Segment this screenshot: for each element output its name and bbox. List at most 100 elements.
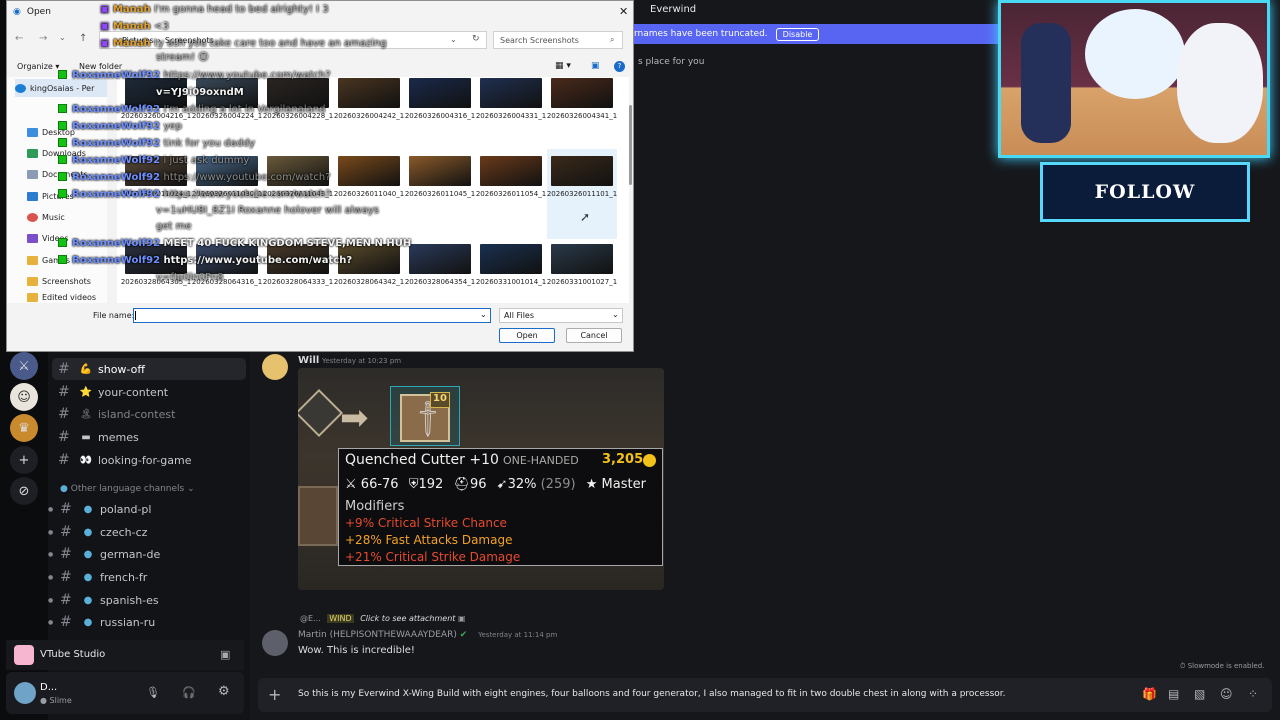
chat-username: RoxanneWolf92	[72, 121, 161, 132]
file-name[interactable]: 20260326004341_1	[546, 111, 618, 121]
unread-dot-icon: ●	[48, 573, 54, 581]
message-author[interactable]: Will	[298, 355, 319, 366]
message-composer[interactable]: + So this is my Everwind X-Wing Build wi…	[258, 678, 1272, 712]
chat-message: https://www.youtube.com/watch?	[163, 70, 331, 81]
preview-pane-icon[interactable]: ▣	[591, 61, 600, 71]
file-thumbnail[interactable]	[551, 78, 613, 108]
channel-show-off[interactable]: # 💪 show-off	[52, 358, 246, 380]
file-name-input[interactable]: ⌄	[133, 308, 491, 323]
headphones-icon[interactable]: 🎧	[182, 686, 196, 699]
file-name[interactable]: 20260326011045_1	[404, 189, 476, 199]
hash-icon: #	[60, 614, 72, 630]
search-icon[interactable]: ⌕	[610, 35, 614, 45]
chat-line: stream! 😊	[156, 52, 209, 63]
message-author[interactable]: Martin (HELPISONTHEWAAAYDEAR)	[298, 630, 457, 640]
avatar[interactable]	[262, 630, 288, 656]
file-thumbnail[interactable]	[551, 156, 613, 186]
kick-badge-icon	[58, 238, 67, 247]
channel-french-fr[interactable]: ● # ● french-fr	[48, 566, 246, 588]
file-name-label: File name:	[93, 311, 135, 320]
cancel-button[interactable]: Cancel	[566, 328, 622, 343]
file-thumbnail[interactable]	[409, 156, 471, 186]
file-thumbnail[interactable]	[480, 78, 542, 108]
chat-line: v=fIp0ln0Pn8	[156, 272, 224, 283]
stat-armor: 96	[469, 477, 487, 492]
file-name[interactable]: 20260326011101_1	[546, 189, 618, 199]
scrollbar[interactable]	[629, 105, 632, 185]
file-name[interactable]: 20260328064354_1	[404, 277, 476, 287]
stat-rank: Master	[601, 477, 646, 492]
file-thumbnail[interactable]	[480, 156, 542, 186]
chevron-down-icon[interactable]: ⌄	[480, 310, 487, 319]
channel-poland-pl[interactable]: ● # ● poland-pl	[48, 498, 246, 520]
channel-german-de[interactable]: ● # ● german-de	[48, 543, 246, 565]
chat-message: tink for you daddy	[163, 138, 256, 149]
microphone-icon[interactable]: 🎙	[146, 686, 160, 699]
file-name[interactable]: 20260326004316_1	[404, 111, 476, 121]
gift-icon[interactable]: 🎁	[1142, 687, 1157, 701]
channel-looking-for-game[interactable]: # 👀 looking-for-game	[52, 449, 246, 471]
channel-emoji: 👀	[79, 454, 93, 466]
refresh-icon[interactable]: ↻	[472, 34, 480, 44]
category-other-language[interactable]: ● Other language channels ⌄	[60, 484, 195, 494]
file-name[interactable]: 20260326011054_1	[475, 189, 547, 199]
view-options-icon[interactable]: ▦ ▾	[555, 61, 571, 71]
globe-icon: ●	[83, 594, 93, 606]
chat-line: RoxanneWolf92 I'm adding a lot in Vergil…	[58, 104, 325, 115]
close-icon[interactable]: ✕	[619, 5, 628, 18]
file-name[interactable]: 20260331001014_1	[475, 277, 547, 287]
channel-russian-ru[interactable]: ● # ● russian-ru	[48, 611, 246, 633]
channel-spanish-es[interactable]: ● # ● spanish-es	[48, 589, 246, 611]
user-panel: D... ● Slime 🎙 🎧 ⚙	[6, 672, 244, 714]
vtube-studio-activity[interactable]: VTube Studio ▣	[6, 640, 244, 670]
plus-icon[interactable]: +	[268, 685, 281, 704]
disable-button[interactable]: Disable	[775, 27, 820, 41]
kick-badge-icon	[58, 189, 67, 198]
file-thumbnail[interactable]	[551, 244, 613, 274]
help-icon[interactable]: ?	[614, 61, 625, 72]
sticker-icon[interactable]: ▧	[1194, 687, 1205, 701]
gif-icon[interactable]: ▤	[1168, 687, 1179, 701]
file-name[interactable]: 20260331001027_1	[546, 277, 618, 287]
emoji-icon[interactable]: ☺	[1220, 687, 1233, 701]
vtube-studio-icon	[14, 645, 34, 665]
file-thumbnail[interactable]	[409, 78, 471, 108]
search-box[interactable]: Search Screenshots ⌕	[493, 31, 623, 49]
unread-dot-icon: ●	[48, 618, 54, 626]
item-name: Quenched Cutter +10	[345, 452, 499, 468]
message-input[interactable]: So this is my Everwind X-Wing Build with…	[298, 689, 1006, 699]
chat-username: Manah	[112, 21, 151, 32]
modifier-line: +28% Fast Attacks Damage	[345, 533, 513, 547]
file-thumbnail[interactable]	[480, 244, 542, 274]
server-icon[interactable]: ♛	[10, 414, 38, 442]
chat-line: v=1uHU8I_8Z1I Roxanne holover will alway…	[156, 205, 379, 216]
file-type-select[interactable]: All Files ⌄	[499, 308, 623, 323]
activity-icon[interactable]: ▣	[220, 648, 230, 661]
avatar[interactable]	[14, 682, 36, 704]
server-icon[interactable]: ☺	[10, 383, 38, 411]
server-icon[interactable]: ⚔	[10, 352, 38, 380]
inventory-slot	[298, 486, 338, 546]
channel-czech-cz[interactable]: ● # ● czech-cz	[48, 521, 246, 543]
chevron-down-icon[interactable]: ⌄	[450, 35, 457, 44]
avatar[interactable]	[262, 354, 288, 380]
channel-your-content[interactable]: # ⭐ your-content	[52, 381, 246, 403]
file-name[interactable]: 20260326004331_1	[475, 111, 547, 121]
reply-preview[interactable]: @E... WIND Click to see attachment ▣	[300, 614, 466, 623]
channel-memes[interactable]: # ▬ memes	[52, 426, 246, 448]
channel-label: looking-for-game	[98, 453, 192, 467]
kick-badge-icon	[58, 70, 67, 79]
open-button[interactable]: Open	[499, 328, 555, 343]
apps-icon[interactable]: ⁘	[1248, 687, 1258, 701]
item-tooltip: Quenched Cutter +10 ONE-HANDED 3,205 ⚔ 6…	[338, 448, 663, 566]
settings-gear-icon[interactable]: ⚙	[218, 684, 230, 699]
stream-chat-overlay: ▣ Manah I'm gonna head to bed alrighty! …	[0, 0, 411, 300]
discover-icon[interactable]: ⊘	[10, 477, 38, 505]
channel-island-contest[interactable]: # 🏝 island-contest	[52, 403, 246, 425]
modifier-line: +9% Critical Strike Chance	[345, 516, 507, 530]
add-server-icon[interactable]: +	[10, 446, 38, 474]
header-hint: s place for you	[638, 57, 705, 67]
channel-label: your-content	[98, 385, 169, 399]
chat-username: RoxanneWolf92	[72, 189, 161, 200]
file-thumbnail[interactable]	[409, 244, 471, 274]
